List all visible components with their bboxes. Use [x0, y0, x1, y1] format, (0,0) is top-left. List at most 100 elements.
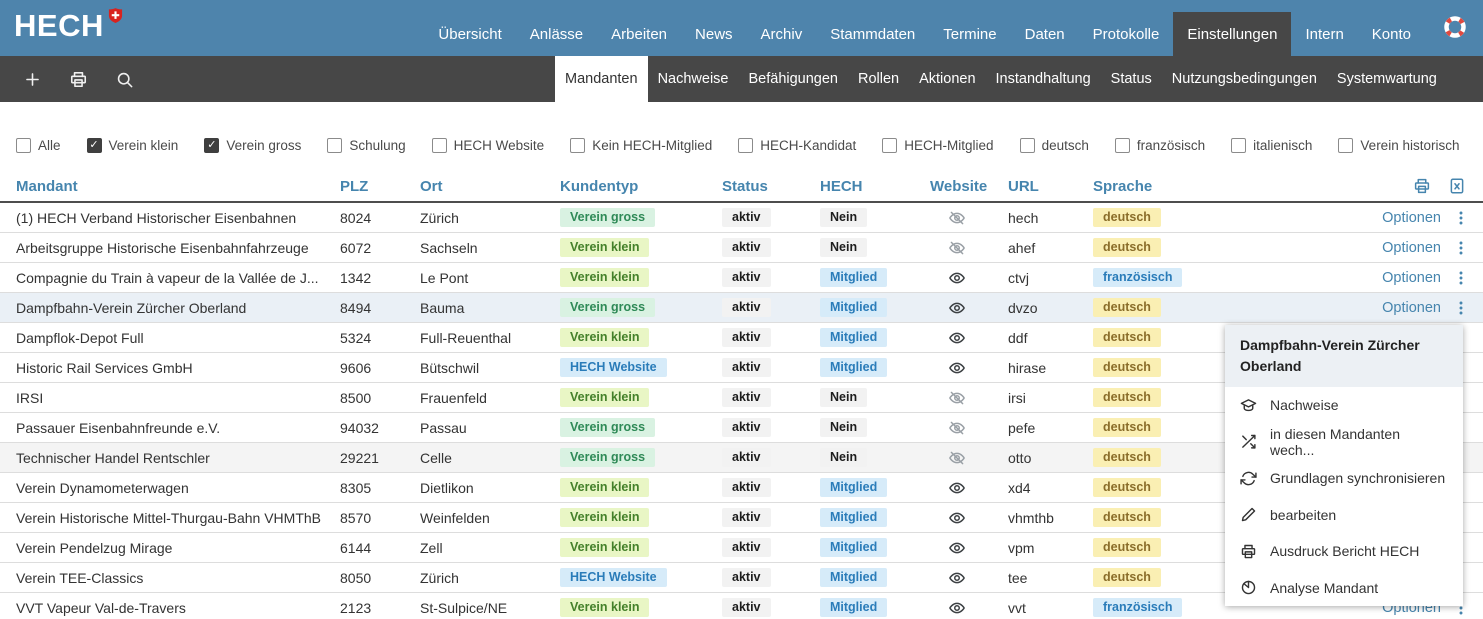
cell-sprache: deutsch [1093, 538, 1243, 558]
status-badge: aktiv [722, 508, 771, 528]
cell-status: aktiv [722, 538, 820, 558]
tab-mandanten[interactable]: Mandanten [555, 56, 648, 102]
eye-off-icon[interactable] [948, 419, 966, 437]
cell-status: aktiv [722, 358, 820, 378]
excel-icon[interactable] [1448, 177, 1466, 195]
eye-icon[interactable] [948, 539, 966, 557]
printer-icon[interactable] [1413, 177, 1431, 195]
top-nav-item-stammdaten[interactable]: Stammdaten [816, 12, 929, 56]
options-link[interactable]: Optionen [1382, 300, 1441, 316]
top-nav-item-termine[interactable]: Termine [929, 12, 1010, 56]
tab-nutzungsbedingungen[interactable]: Nutzungsbedingungen [1162, 56, 1327, 102]
life-ring-icon[interactable] [1443, 15, 1467, 39]
tab-systemwartung[interactable]: Systemwartung [1327, 56, 1447, 102]
eye-off-icon[interactable] [948, 239, 966, 257]
cell-plz: 94032 [340, 420, 420, 436]
eye-icon[interactable] [948, 329, 966, 347]
filter-checkbox-hech-mitglied[interactable] [882, 138, 897, 153]
options-link[interactable]: Optionen [1382, 270, 1441, 286]
eye-icon[interactable] [948, 299, 966, 317]
eye-icon[interactable] [948, 509, 966, 527]
eye-icon[interactable] [948, 599, 966, 617]
filter-hech-mitglied[interactable]: HECH-Mitglied [882, 138, 993, 153]
top-nav-item-daten[interactable]: Daten [1011, 12, 1079, 56]
options-link[interactable]: Optionen [1382, 210, 1441, 226]
filter-checkbox-deutsch[interactable] [1020, 138, 1035, 153]
top-nav-item-anlässe[interactable]: Anlässe [516, 12, 597, 56]
table-header-row: MandantPLZOrtKundentypStatusHECHWebsiteU… [0, 171, 1483, 203]
filter-checkbox-schulung[interactable] [327, 138, 342, 153]
cell-url: ahef [1008, 240, 1093, 256]
top-nav-item-einstellungen[interactable]: Einstellungen [1173, 12, 1291, 56]
top-nav-item-arbeiten[interactable]: Arbeiten [597, 12, 681, 56]
tab-status[interactable]: Status [1101, 56, 1162, 102]
tab-nachweise[interactable]: Nachweise [648, 56, 739, 102]
tab-befähigungen[interactable]: Befähigungen [738, 56, 848, 102]
filter-checkbox-verein-historisch[interactable] [1338, 138, 1353, 153]
context-menu-item-ausdruck-bericht-hech[interactable]: Ausdruck Bericht HECH [1225, 533, 1463, 570]
filter-kein-hech-mitglied[interactable]: Kein HECH-Mitglied [570, 138, 712, 153]
printer-icon[interactable] [69, 70, 88, 89]
filter-hech-kandidat[interactable]: HECH-Kandidat [738, 138, 856, 153]
top-nav-item-archiv[interactable]: Archiv [747, 12, 817, 56]
context-menu-item-grundlagen-synchronisieren[interactable]: Grundlagen synchronisieren [1225, 460, 1463, 497]
filter-checkbox-kein-hech-mitglied[interactable] [570, 138, 585, 153]
filter-französisch[interactable]: französisch [1115, 138, 1205, 153]
filter-verein-gross[interactable]: Verein gross [204, 138, 301, 153]
filter-checkbox-französisch[interactable] [1115, 138, 1130, 153]
options-link[interactable]: Optionen [1382, 240, 1441, 256]
eye-icon[interactable] [948, 479, 966, 497]
filter-label: deutsch [1042, 138, 1089, 153]
table-row[interactable]: Dampfbahn-Verein Zürcher Oberland8494Bau… [0, 293, 1483, 323]
filter-verein-klein[interactable]: Verein klein [87, 138, 179, 153]
tab-rollen[interactable]: Rollen [848, 56, 909, 102]
filter-verein-historisch[interactable]: Verein historisch [1338, 138, 1459, 153]
kundentyp-badge: Verein klein [560, 268, 649, 288]
filter-checkbox-alle[interactable] [16, 138, 31, 153]
tab-instandhaltung[interactable]: Instandhaltung [986, 56, 1101, 102]
filter-deutsch[interactable]: deutsch [1020, 138, 1089, 153]
kebab-icon[interactable] [1453, 299, 1469, 317]
top-nav-item-protokolle[interactable]: Protokolle [1079, 12, 1174, 56]
plus-icon[interactable] [23, 70, 42, 89]
kundentyp-badge: Verein klein [560, 388, 649, 408]
filter-italienisch[interactable]: italienisch [1231, 138, 1312, 153]
eye-off-icon[interactable] [948, 449, 966, 467]
filter-checkbox-hech-kandidat[interactable] [738, 138, 753, 153]
eye-off-icon[interactable] [948, 209, 966, 227]
eye-icon[interactable] [948, 359, 966, 377]
cell-url: vhmthb [1008, 510, 1093, 526]
cell-kundentyp: Verein klein [560, 508, 722, 528]
kebab-icon[interactable] [1453, 269, 1469, 287]
context-menu-item-in-diesen-mandanten-wech[interactable]: in diesen Mandanten wech... [1225, 424, 1463, 461]
filter-checkbox-italienisch[interactable] [1231, 138, 1246, 153]
table-row[interactable]: (1) HECH Verband Historischer Eisenbahne… [0, 203, 1483, 233]
cell-mandant: IRSI [0, 390, 340, 406]
top-nav-item-intern[interactable]: Intern [1291, 12, 1357, 56]
eye-icon[interactable] [948, 569, 966, 587]
top-nav-item-news[interactable]: News [681, 12, 747, 56]
column-header-kundentyp: Kundentyp [560, 178, 722, 195]
filter-checkbox-verein-klein[interactable] [87, 138, 102, 153]
tab-aktionen[interactable]: Aktionen [909, 56, 985, 102]
top-nav-item-konto[interactable]: Konto [1358, 12, 1425, 56]
table-row[interactable]: Compagnie du Train à vapeur de la Vallée… [0, 263, 1483, 293]
cell-website [930, 388, 1008, 406]
eye-icon[interactable] [948, 269, 966, 287]
table-row[interactable]: Arbeitsgruppe Historische Eisenbahnfahrz… [0, 233, 1483, 263]
filter-schulung[interactable]: Schulung [327, 138, 405, 153]
filter-hech-website[interactable]: HECH Website [432, 138, 545, 153]
context-menu-item-label: in diesen Mandanten wech... [1270, 426, 1448, 458]
eye-off-icon[interactable] [948, 389, 966, 407]
context-menu-item-bearbeiten[interactable]: bearbeiten [1225, 497, 1463, 534]
cell-hech: Mitglied [820, 268, 930, 288]
filter-alle[interactable]: Alle [16, 138, 61, 153]
search-icon[interactable] [115, 70, 134, 89]
kebab-icon[interactable] [1453, 239, 1469, 257]
context-menu-item-nachweise[interactable]: Nachweise [1225, 387, 1463, 424]
kebab-icon[interactable] [1453, 209, 1469, 227]
context-menu-item-analyse-mandant[interactable]: Analyse Mandant [1225, 570, 1463, 607]
top-nav-item-übersicht[interactable]: Übersicht [424, 12, 515, 56]
filter-checkbox-hech-website[interactable] [432, 138, 447, 153]
filter-checkbox-verein-gross[interactable] [204, 138, 219, 153]
